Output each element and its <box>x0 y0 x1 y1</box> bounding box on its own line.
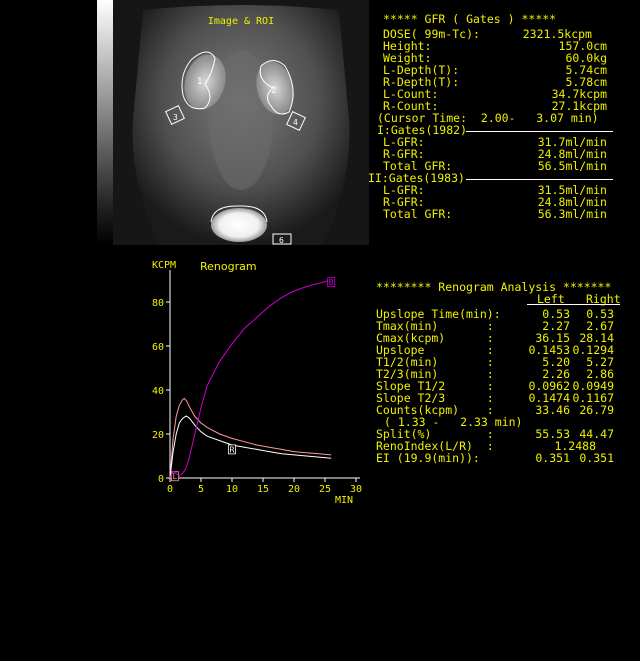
divider <box>527 304 620 305</box>
y-tick-label: 40 <box>152 386 164 397</box>
y-tick-label: 0 <box>158 474 164 485</box>
x-tick-label: 10 <box>226 484 238 495</box>
y-tick-label: 60 <box>152 342 164 353</box>
roi-label-6: 6 <box>279 236 284 245</box>
series-B-label: B <box>329 278 334 287</box>
analysis-header: ******** Renogram Analysis ******* <box>376 280 612 294</box>
roi-label-3: 3 <box>173 113 178 122</box>
divider <box>466 179 613 180</box>
bladder <box>211 208 267 242</box>
divider <box>466 131 613 132</box>
series-R-label: R <box>230 445 235 454</box>
gfr-row-value: 56.5ml/min <box>537 159 607 173</box>
gfr-header: ***** GFR ( Gates ) ***** <box>383 12 557 26</box>
roi-label-2: 2 <box>271 86 276 96</box>
roi-label-1: 1 <box>197 77 202 87</box>
roi-label-4: 4 <box>293 118 298 127</box>
chart-axes: 0 5 10 15 20 25 30 0 20 40 60 80 <box>152 270 362 495</box>
chart-title: Renogram <box>200 260 257 273</box>
renogram-chart: KCPM Renogram MIN 0 5 10 15 20 25 30020406080 … <box>152 260 362 506</box>
ei-right: 0.351 <box>579 451 614 465</box>
x-tick-label: 0 <box>167 484 173 495</box>
ei-left: 0.351 <box>535 451 570 465</box>
scan-title: Image & ROI <box>208 16 274 27</box>
x-tick-label: 15 <box>257 484 269 495</box>
grayscale-bar <box>97 0 113 245</box>
analysis-row-right: 26.79 <box>579 403 614 417</box>
ei-label: EI (19.9(min)): <box>376 451 480 465</box>
y-tick-label: 20 <box>152 430 164 441</box>
scan-image: Image & ROI 1 2 3 4 6 <box>113 0 369 245</box>
y-tick-label: 80 <box>152 298 164 309</box>
gfr-row-label: Total GFR: <box>383 207 453 221</box>
chart-plot: LRB <box>169 277 336 481</box>
x-axis-label: MIN <box>335 495 353 506</box>
gfr-row-value: 56.3ml/min <box>537 207 607 221</box>
series-R-line <box>169 415 332 479</box>
x-tick-label: 25 <box>319 484 331 495</box>
x-tick-label: 5 <box>198 484 204 495</box>
x-tick-label: 20 <box>288 484 300 495</box>
y-axis-label: KCPM <box>152 260 176 271</box>
x-tick-label: 30 <box>350 484 362 495</box>
